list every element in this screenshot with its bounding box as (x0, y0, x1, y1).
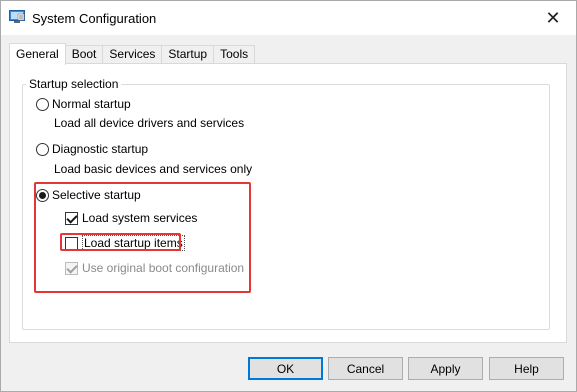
normal-startup-radio-button[interactable] (36, 97, 49, 111)
selective-startup-radio[interactable]: Selective startup (36, 188, 141, 202)
diagnostic-startup-radio[interactable]: Diagnostic startup (36, 142, 148, 156)
diagnostic-startup-description: Load basic devices and services only (54, 162, 253, 176)
load-system-services-checkbox[interactable]: Load system services (65, 211, 197, 225)
close-button[interactable]: ✕ (530, 1, 576, 35)
window-title: System Configuration (32, 11, 157, 26)
system-configuration-window: System Configuration ✕ General Boot Serv… (0, 0, 577, 392)
normal-startup-radio[interactable]: Normal startup (36, 97, 131, 111)
tab-startup[interactable]: Startup (161, 45, 215, 64)
title-bar[interactable]: System Configuration ✕ (1, 1, 576, 35)
use-original-boot-check[interactable] (65, 261, 78, 275)
help-button[interactable]: Help (489, 357, 564, 380)
close-icon: ✕ (545, 7, 561, 28)
load-startup-items-check[interactable] (65, 236, 78, 250)
selective-startup-radio-button[interactable] (36, 188, 49, 202)
selective-startup-label: Selective startup (52, 188, 141, 202)
tab-tools[interactable]: Tools (213, 45, 256, 64)
apply-button[interactable]: Apply (408, 357, 483, 380)
load-startup-items-checkbox[interactable]: Load startup items (65, 235, 185, 251)
diagnostic-startup-label: Diagnostic startup (52, 142, 149, 156)
cancel-button[interactable]: Cancel (328, 357, 403, 380)
general-tab-panel: Startup selection Normal startup Load al… (9, 63, 567, 343)
normal-startup-label: Normal startup (52, 97, 131, 111)
load-startup-items-label: Load startup items (82, 235, 185, 251)
load-system-services-label: Load system services (82, 211, 198, 225)
tab-services[interactable]: Services (102, 45, 163, 64)
ok-button[interactable]: OK (248, 357, 323, 380)
tab-boot[interactable]: Boot (64, 45, 104, 64)
system-config-icon (9, 10, 25, 23)
tab-strip: General Boot Services Startup Tools (9, 43, 256, 65)
startup-selection-legend: Startup selection (26, 77, 122, 91)
tab-general[interactable]: General (9, 43, 66, 65)
diagnostic-startup-radio-button[interactable] (36, 142, 49, 156)
use-original-boot-label: Use original boot configuration (82, 261, 245, 275)
load-system-services-check[interactable] (65, 211, 78, 225)
normal-startup-description: Load all device drivers and services (54, 116, 245, 130)
use-original-boot-checkbox[interactable]: Use original boot configuration (65, 261, 244, 275)
